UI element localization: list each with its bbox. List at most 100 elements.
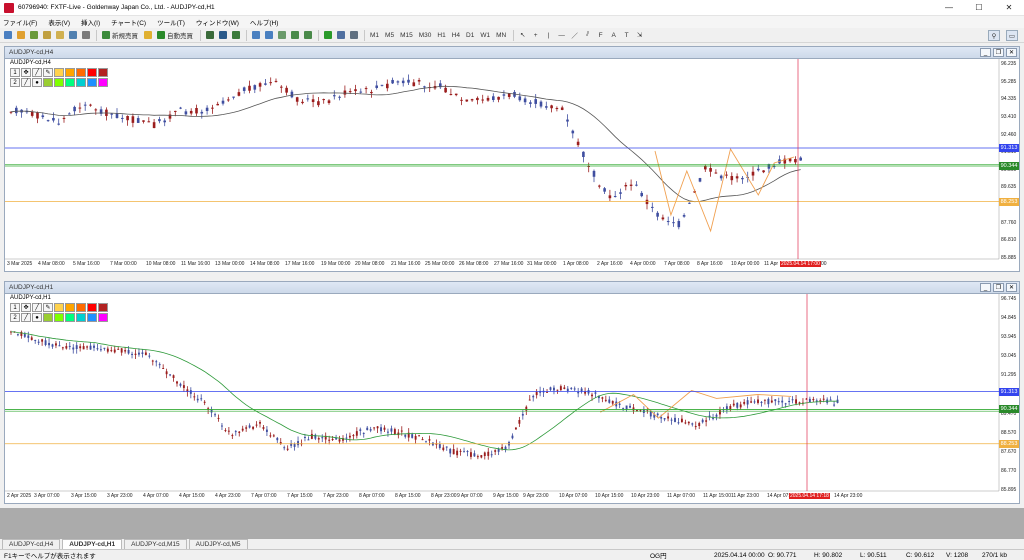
palette-color-swatch[interactable] [87, 303, 97, 312]
candle-body [629, 184, 633, 186]
search-button[interactable]: ⚲ [988, 30, 1000, 41]
text-label-icon[interactable]: T [621, 30, 632, 41]
candlestick-icon[interactable] [217, 30, 228, 41]
periods-icon[interactable] [335, 30, 346, 41]
text-icon[interactable]: A [608, 30, 619, 41]
line-chart-icon[interactable] [230, 30, 241, 41]
window-close-button[interactable]: ✕ [1006, 283, 1017, 292]
menu-file[interactable]: ファイル(F) [3, 17, 37, 27]
toolbar: 新規売買 自動売買 M1 M5 M15 M30 H1 H4 D1 W1 MN ↖… [0, 28, 1024, 43]
palette-tool-icon[interactable]: ✎ [43, 68, 53, 77]
bar-chart-icon[interactable] [204, 30, 215, 41]
window-restore-button[interactable]: ❐ [993, 48, 1004, 57]
timeframe-h1[interactable]: H1 [435, 30, 447, 41]
palette-color-swatch[interactable] [43, 78, 53, 87]
palette-color-swatch[interactable] [54, 78, 64, 87]
auto-trading-button[interactable]: 自動売買 [155, 30, 195, 41]
palette-color-swatch[interactable] [65, 78, 75, 87]
profiles-icon[interactable] [15, 30, 26, 41]
palette-color-swatch[interactable] [87, 78, 97, 87]
menu-view[interactable]: 表示(V) [48, 17, 70, 27]
palette-color-swatch[interactable] [87, 313, 97, 322]
timeframe-m15[interactable]: M15 [398, 30, 415, 41]
minimize-button[interactable]: — [934, 0, 964, 16]
templates-icon[interactable] [348, 30, 359, 41]
close-button[interactable]: ✕ [994, 0, 1024, 16]
palette-tool-icon[interactable]: ╱ [21, 78, 31, 87]
autoscroll-icon[interactable] [289, 30, 300, 41]
menu-window[interactable]: ウィンドウ(W) [196, 17, 239, 27]
chat-button[interactable]: ▭ [1006, 30, 1018, 41]
chart-window-h4[interactable]: AUDJPY-cd,H4 _ ❐ ✕ AUDJPY-cd,H4 1 ✥ ╱ ✎ 2 ╱ ● … [4, 46, 1020, 272]
palette-tool-icon[interactable]: ╱ [32, 303, 42, 312]
new-chart-icon[interactable] [2, 30, 13, 41]
palette-color-swatch[interactable] [98, 313, 108, 322]
chart-window-h1[interactable]: AUDJPY-cd,H1 _ ❐ ✕ AUDJPY-cd,H1 1 ✥ ╱ ✎ 2 ╱ ● … [4, 281, 1020, 504]
menu-insert[interactable]: 挿入(I) [81, 17, 100, 27]
tester-icon[interactable] [80, 30, 91, 41]
palette-color-swatch[interactable] [87, 68, 97, 77]
timeframe-m5[interactable]: M5 [383, 30, 396, 41]
chart-tab-h1[interactable]: AUDJPY-cd,H1 [62, 539, 123, 549]
navigator-icon[interactable] [54, 30, 65, 41]
timeframe-m1[interactable]: M1 [368, 30, 381, 41]
palette-tool-icon[interactable]: ╱ [21, 313, 31, 322]
palette-tool-icon[interactable]: ✎ [43, 303, 53, 312]
palette-tool-icon[interactable]: ╱ [32, 68, 42, 77]
window-minimize-button[interactable]: _ [980, 283, 991, 292]
palette-color-swatch[interactable] [76, 78, 86, 87]
crosshair-icon[interactable]: + [530, 30, 541, 41]
trendline-icon[interactable]: ／ [569, 30, 580, 41]
timeframe-m30[interactable]: M30 [417, 30, 434, 41]
vertical-line-icon[interactable]: | [543, 30, 554, 41]
menu-tools[interactable]: ツール(T) [157, 17, 185, 27]
palette-color-swatch[interactable] [54, 313, 64, 322]
new-order-button[interactable]: 新規売買 [100, 30, 140, 41]
chart-tab-m5[interactable]: AUDJPY-cd,M5 [188, 539, 248, 549]
horizontal-line-icon[interactable]: — [556, 30, 567, 41]
chart-area[interactable]: AUDJPY-cd,H1 1 ✥ ╱ ✎ 2 ╱ ● 96.745 94.845 93.945 9… [5, 294, 1019, 503]
menu-help[interactable]: ヘルプ(H) [250, 17, 279, 27]
fibonacci-icon[interactable]: F [595, 30, 606, 41]
timeframe-h4[interactable]: H4 [450, 30, 462, 41]
chart-tab-h4[interactable]: AUDJPY-cd,H4 [2, 539, 61, 549]
window-restore-button[interactable]: ❐ [993, 283, 1004, 292]
palette-color-swatch[interactable] [65, 303, 75, 312]
zoom-out-icon[interactable] [263, 30, 274, 41]
menu-charts[interactable]: チャート(C) [111, 17, 146, 27]
zoom-in-icon[interactable] [250, 30, 261, 41]
palette-color-swatch[interactable] [54, 68, 64, 77]
chart-tab-m15[interactable]: AUDJPY-cd,M15 [124, 539, 187, 549]
maximize-button[interactable]: ☐ [964, 0, 994, 16]
palette-tool-icon[interactable]: ● [32, 78, 42, 87]
palette-color-swatch[interactable] [98, 303, 108, 312]
palette-color-swatch[interactable] [76, 313, 86, 322]
indicators-icon[interactable] [322, 30, 333, 41]
chart-area[interactable]: AUDJPY-cd,H4 1 ✥ ╱ ✎ 2 ╱ ● 96.235 95.285 94.335 9… [5, 59, 1019, 271]
palette-color-swatch[interactable] [76, 303, 86, 312]
arrows-icon[interactable]: ⇲ [634, 30, 645, 41]
window-minimize-button[interactable]: _ [980, 48, 991, 57]
palette-tool-icon[interactable]: ✥ [21, 303, 31, 312]
data-window-icon[interactable] [41, 30, 52, 41]
market-watch-icon[interactable] [28, 30, 39, 41]
tile-windows-icon[interactable] [276, 30, 287, 41]
terminal-icon[interactable] [67, 30, 78, 41]
timeframe-mn[interactable]: MN [494, 30, 508, 41]
palette-tool-icon[interactable]: ● [32, 313, 42, 322]
metaeditor-icon[interactable] [142, 30, 153, 41]
window-close-button[interactable]: ✕ [1006, 48, 1017, 57]
timeframe-w1[interactable]: W1 [478, 30, 492, 41]
cursor-icon[interactable]: ↖ [517, 30, 528, 41]
palette-tool-icon[interactable]: ✥ [21, 68, 31, 77]
equidistant-channel-icon[interactable]: ⫽ [582, 30, 593, 41]
palette-color-swatch[interactable] [43, 313, 53, 322]
timeframe-d1[interactable]: D1 [464, 30, 476, 41]
palette-color-swatch[interactable] [65, 313, 75, 322]
palette-color-swatch[interactable] [98, 68, 108, 77]
chart-shift-icon[interactable] [302, 30, 313, 41]
palette-color-swatch[interactable] [76, 68, 86, 77]
palette-color-swatch[interactable] [65, 68, 75, 77]
palette-color-swatch[interactable] [54, 303, 64, 312]
palette-color-swatch[interactable] [98, 78, 108, 87]
